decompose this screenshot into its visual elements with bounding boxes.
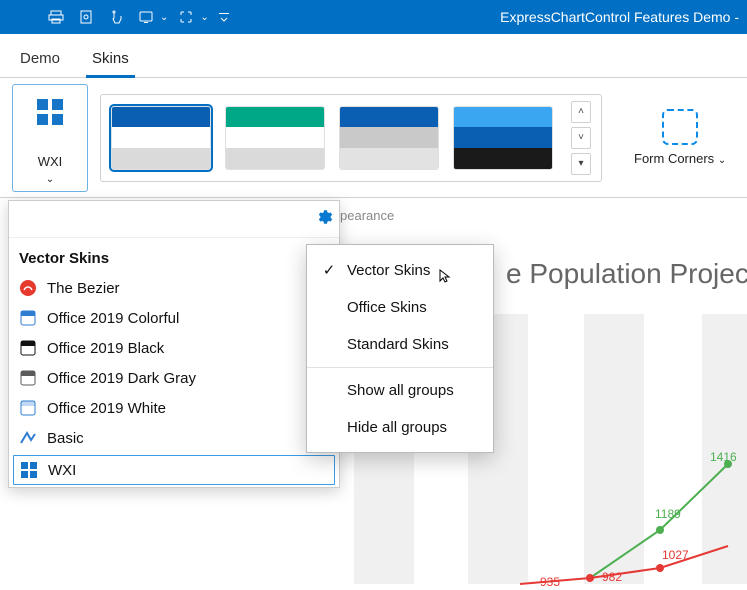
- skin-item-office-2019-black[interactable]: Office 2019 Black: [9, 333, 339, 363]
- ribbon-tabs: Demo Skins: [0, 34, 747, 78]
- gallery-nav: ˄ ˅ ▾: [571, 101, 591, 175]
- check-icon: ✓: [321, 261, 337, 279]
- skin-dropdown-panel: Vector Skins The Bezier Office 2019 Colo…: [8, 200, 340, 488]
- chevron-down-icon: ⌄: [718, 155, 726, 166]
- ctx-item-label: Hide all groups: [347, 419, 447, 436]
- ctx-item-label: Show all groups: [347, 382, 454, 399]
- gallery-down-button[interactable]: ˅: [571, 127, 591, 149]
- office-icon: [19, 309, 37, 327]
- wxi-icon: [20, 461, 38, 479]
- skin-item-office-2019-dark-gray[interactable]: Office 2019 Dark Gray: [9, 363, 339, 393]
- crop-icon[interactable]: [174, 5, 198, 29]
- ctx-item-show-all-groups[interactable]: Show all groups: [307, 372, 493, 409]
- palette-gallery: ˄ ˅ ▾: [100, 94, 602, 182]
- appearance-group-label: pearance: [340, 208, 394, 223]
- chart-point-label: 1027: [662, 548, 689, 562]
- form-corners-button[interactable]: Form Corners ⌄: [634, 109, 726, 166]
- skin-search-row: [9, 201, 339, 238]
- office-icon: [19, 339, 37, 357]
- chart-point-label: 1416: [710, 450, 737, 464]
- ctx-item-hide-all-groups[interactable]: Hide all groups: [307, 409, 493, 446]
- skin-search-input[interactable]: [15, 205, 315, 233]
- ctx-item-standard-skins[interactable]: Standard Skins: [307, 326, 493, 363]
- ctx-item-label: Standard Skins: [347, 336, 449, 353]
- skin-item-label: Office 2019 Dark Gray: [47, 370, 196, 387]
- chevron-down-icon[interactable]: ⌄: [200, 12, 208, 23]
- skin-dropdown-label: WXI: [38, 155, 63, 169]
- gear-icon[interactable]: [315, 208, 333, 231]
- chevron-down-icon[interactable]: ⌄: [160, 12, 168, 23]
- skin-item-label: The Bezier: [47, 280, 120, 297]
- chart-point-label: 982: [602, 570, 622, 584]
- window-title: ExpressChartControl Features Demo -: [500, 9, 739, 25]
- skin-groups-context-menu: ✓ Vector Skins Office Skins Standard Ski…: [306, 244, 494, 453]
- skin-item-label: Office 2019 Black: [47, 340, 164, 357]
- skin-item-label: Office 2019 Colorful: [47, 310, 179, 327]
- chart-point-label: 935: [540, 575, 560, 589]
- skin-item-label: Office 2019 White: [47, 400, 166, 417]
- chevron-down-icon: ⌄: [46, 174, 54, 185]
- touch-icon[interactable]: [104, 5, 128, 29]
- skin-dropdown-button[interactable]: WXI ⌄: [12, 84, 88, 192]
- tab-skins[interactable]: Skins: [86, 40, 135, 77]
- skin-item-label: WXI: [48, 462, 76, 479]
- bezier-icon: [19, 279, 37, 297]
- skin-item-wxi[interactable]: WXI: [13, 455, 335, 485]
- skin-group-title: Vector Skins: [9, 238, 339, 273]
- tab-demo[interactable]: Demo: [14, 40, 66, 77]
- ctx-item-office-skins[interactable]: Office Skins: [307, 289, 493, 326]
- titlebar: ⌄ ⌄ ExpressChartControl Features Demo -: [0, 0, 747, 34]
- ctx-item-label: Vector Skins: [347, 262, 430, 279]
- skin-item-label: Basic: [47, 430, 84, 447]
- chart-title-fragment: e Population Projec: [506, 258, 747, 290]
- device-icon[interactable]: [134, 5, 158, 29]
- more-icon[interactable]: [215, 5, 233, 29]
- palette-swatch[interactable]: [453, 106, 553, 170]
- gallery-expand-button[interactable]: ▾: [571, 153, 591, 175]
- palette-swatch[interactable]: [111, 106, 211, 170]
- preview-icon[interactable]: [74, 5, 98, 29]
- ribbon-body: WXI ⌄ ˄ ˅ ▾ Fo: [0, 78, 747, 198]
- palette-swatch[interactable]: [225, 106, 325, 170]
- office-icon: [19, 369, 37, 387]
- gallery-up-button[interactable]: ˄: [571, 101, 591, 123]
- basic-icon: [19, 429, 37, 447]
- form-corners-icon: [662, 109, 698, 145]
- skin-item-office-2019-white[interactable]: Office 2019 White: [9, 393, 339, 423]
- skin-item-the-bezier[interactable]: The Bezier: [9, 273, 339, 303]
- print-icon[interactable]: [44, 5, 68, 29]
- chart-point-label: 1189: [655, 507, 681, 521]
- quick-access-toolbar: ⌄ ⌄: [44, 5, 233, 29]
- menu-separator: [307, 367, 493, 368]
- palette-swatch[interactable]: [339, 106, 439, 170]
- ctx-item-label: Office Skins: [347, 299, 427, 316]
- office-icon: [19, 399, 37, 417]
- form-corners-label: Form Corners ⌄: [634, 151, 726, 166]
- wxi-icon: [35, 97, 65, 127]
- skin-item-basic[interactable]: Basic: [9, 423, 339, 453]
- skin-item-office-2019-colorful[interactable]: Office 2019 Colorful: [9, 303, 339, 333]
- ctx-item-vector-skins[interactable]: ✓ Vector Skins: [307, 251, 493, 289]
- cursor-icon: [438, 268, 454, 284]
